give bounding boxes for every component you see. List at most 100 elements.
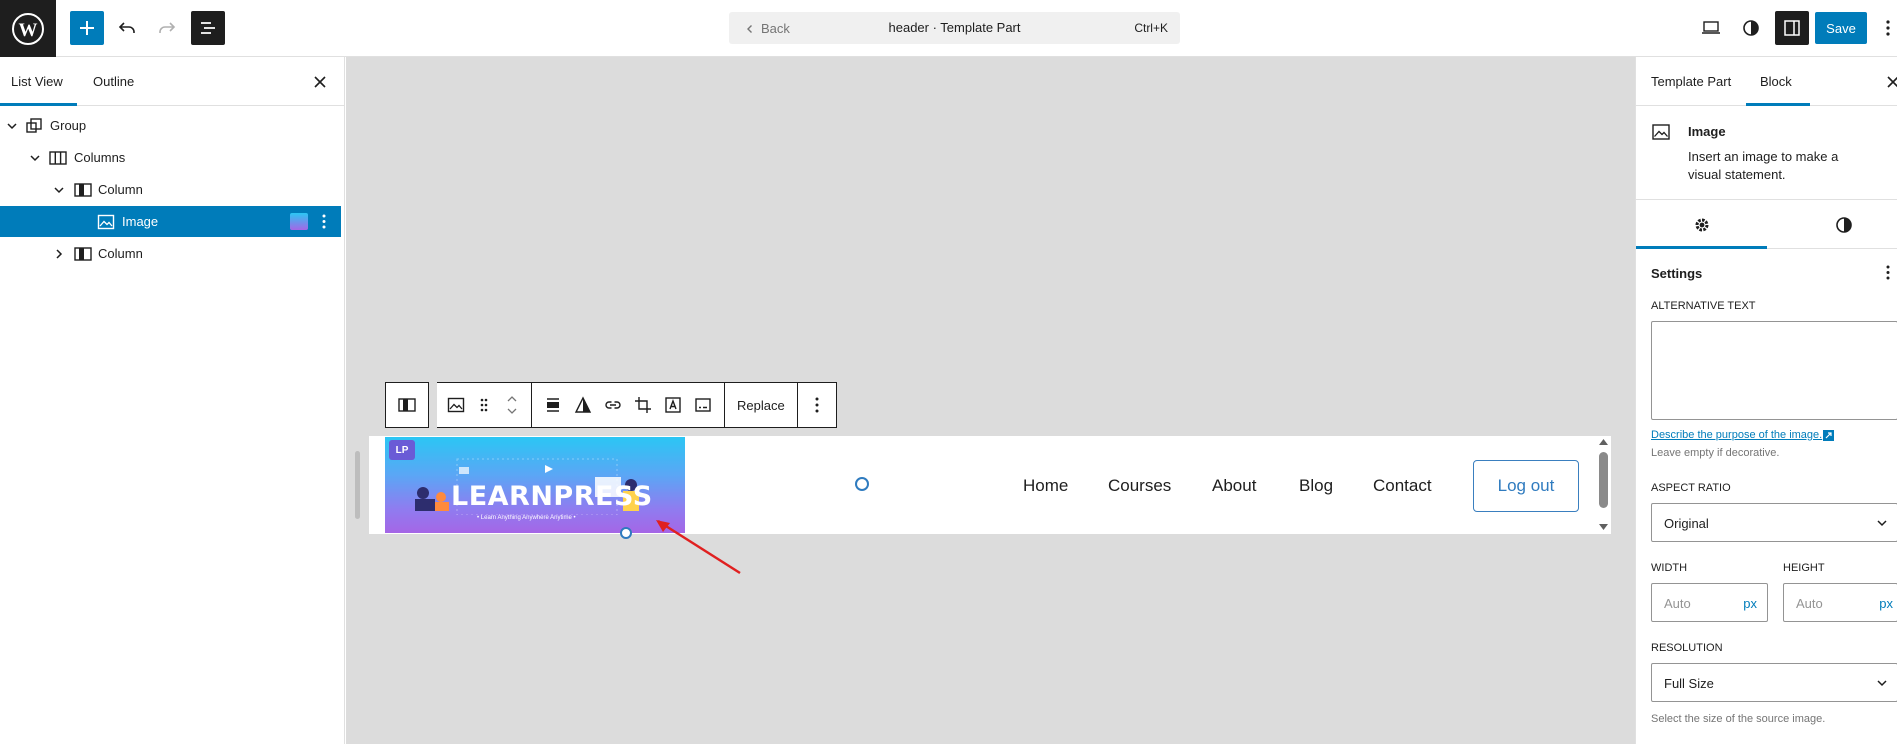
select-parent-column-button[interactable] [392,383,422,427]
tab-list-view[interactable]: List View [11,74,63,89]
parent-selector-group [385,382,429,428]
nav-item-contact[interactable]: Contact [1373,476,1432,496]
crop-icon [635,397,651,413]
nav-item-blog[interactable]: Blog [1299,476,1333,496]
options-button[interactable] [1880,11,1896,45]
plus-icon [80,21,94,35]
text-overlay-button[interactable] [658,383,688,427]
svg-text:W: W [19,20,38,41]
list-item-columns[interactable]: Columns [0,142,341,173]
list-item-group[interactable]: Group [0,110,341,141]
gear-icon[interactable] [1693,216,1711,234]
wordpress-logo-icon[interactable]: W [0,0,56,57]
command-palette-bar[interactable]: Back header · Template Part Ctrl+K [729,12,1180,44]
nav-item-courses[interactable]: Courses [1108,476,1171,496]
learnpress-banner-image[interactable]: LP LEARNPRESS • Learn Anything Anywhere … [385,437,685,533]
caption-icon [695,398,711,412]
header-template-part[interactable]: LP LEARNPRESS • Learn Anything Anywhere … [369,436,1611,539]
tab-block[interactable]: Block [1760,74,1792,89]
list-item-column[interactable]: Column [0,174,341,205]
alt-text-textarea[interactable] [1651,321,1897,420]
block-settings-panel: Template Part Block Image Insert an imag… [1635,57,1897,744]
link-icon [605,401,621,409]
align-button[interactable] [538,383,568,427]
link-button[interactable] [598,383,628,427]
banner-tagline: • Learn Anything Anywhere Anytime • [477,515,576,521]
drag-handle-icon [480,398,488,412]
nav-item-about[interactable]: About [1212,476,1256,496]
image-icon [447,397,465,413]
replace-button[interactable]: Replace [725,398,797,413]
height-input[interactable]: Auto px [1783,583,1897,622]
close-icon[interactable] [1886,75,1897,89]
resize-handle-bottom[interactable] [620,527,632,539]
aspect-ratio-select[interactable]: Original [1651,503,1897,542]
list-item-column[interactable]: Column [0,238,341,269]
caption-button[interactable] [688,383,718,427]
image-tools-group [532,382,725,428]
resolution-value: Full Size [1664,676,1714,691]
move-buttons[interactable] [497,383,527,427]
close-icon[interactable] [313,75,327,89]
block-card-description: Insert an image to make a visual stateme… [1688,149,1839,182]
width-unit[interactable]: px [1743,596,1757,611]
scrollbar-thumb[interactable] [1599,452,1608,508]
chevron-down-icon [1877,680,1887,687]
styles-button[interactable] [1734,11,1768,45]
height-placeholder: Auto [1796,596,1823,611]
scroll-down-icon[interactable] [1599,524,1608,530]
preview-scrollbar[interactable] [1596,436,1611,534]
tab-template-part[interactable]: Template Part [1651,74,1731,89]
more-vertical-icon[interactable] [322,214,326,229]
resolution-select[interactable]: Full Size [1651,663,1897,702]
list-item-image[interactable]: Image [0,206,341,237]
list-item-label: Group [50,118,87,133]
more-vertical-icon[interactable] [1886,265,1890,280]
desktop-icon [1702,21,1720,34]
scroll-up-icon[interactable] [1599,439,1608,445]
nav-item-home[interactable]: Home [1023,476,1068,496]
site-logo-placeholder[interactable] [855,477,869,491]
chevron-down-icon[interactable] [28,151,42,165]
add-block-button[interactable] [70,11,104,45]
duotone-button[interactable] [568,383,598,427]
alt-text-help-link[interactable]: Describe the purpose of the image. [1651,429,1822,441]
chevron-down-icon[interactable] [5,119,19,133]
block-type-button[interactable] [441,383,471,427]
redo-icon [159,22,176,33]
preview-button[interactable] [1694,11,1728,45]
undo-icon [118,22,135,33]
block-options-button[interactable] [807,383,827,427]
columns-icon [49,151,67,165]
image-icon [97,214,115,230]
undo-button[interactable] [110,11,144,45]
document-overview-button[interactable] [191,11,225,45]
tab-outline[interactable]: Outline [93,74,134,89]
drag-handle[interactable] [471,383,497,427]
chevron-down-icon[interactable] [52,183,66,197]
chevron-right-icon[interactable] [52,247,66,261]
resolution-help: Select the size of the source image. [1651,713,1826,725]
right-panel-tabs: Template Part Block [1636,57,1897,106]
options-group [797,382,837,428]
external-link-icon[interactable] [1823,430,1834,441]
chevron-down-icon[interactable] [506,408,518,415]
logout-button[interactable]: Log out [1473,460,1579,512]
save-button[interactable]: Save [1815,12,1867,44]
height-unit[interactable]: px [1879,596,1893,611]
sidebar-icon [1784,20,1800,36]
column-icon [398,398,416,412]
column-icon [74,183,92,197]
settings-toggle-button[interactable] [1775,11,1809,45]
redo-button[interactable] [150,11,184,45]
more-vertical-icon [815,397,819,413]
width-input[interactable]: Auto px [1651,583,1768,622]
block-type-group [437,382,532,428]
crop-button[interactable] [628,383,658,427]
height-label: HEIGHT [1783,562,1825,574]
half-circle-icon[interactable] [1835,216,1853,234]
settings-section-title: Settings [1651,266,1703,281]
duotone-icon [574,396,592,413]
resize-handle[interactable] [355,451,360,519]
chevron-up-icon[interactable] [506,395,518,402]
